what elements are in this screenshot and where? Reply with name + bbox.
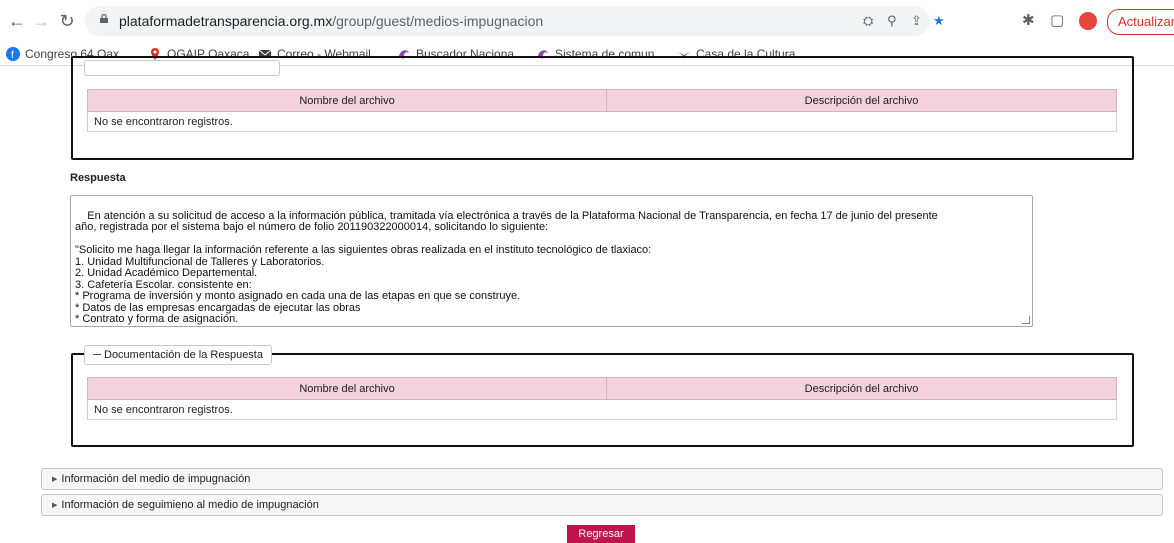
files-table: Nombre del archivo Descripción del archi… <box>87 377 1117 420</box>
column-header-descripcion[interactable]: Descripción del archivo <box>606 89 1117 112</box>
address-bar[interactable]: plataformadetransparencia.org.mx/group/g… <box>85 6 945 36</box>
triangle-right-icon: ▶ <box>52 476 58 483</box>
url-text: plataformadetransparencia.org.mx/group/g… <box>119 13 544 29</box>
page-content: Nombre del archivo Descripción del archi… <box>0 56 1174 543</box>
respuesta-title: Respuesta <box>70 172 126 184</box>
resize-handle[interactable] <box>1022 316 1030 324</box>
respuesta-text: En atención a su solicitud de acceso a l… <box>75 209 938 325</box>
table-row: No se encontraron registros. <box>87 111 1117 132</box>
browser-toolbar: ← → ↻ plataformadetransparencia.org.mx/g… <box>0 0 1174 43</box>
svg-text:f: f <box>11 50 14 61</box>
side-panel-icon[interactable]: ▢ <box>1050 12 1064 30</box>
empty-message: No se encontraron registros. <box>87 399 1117 420</box>
accordion-medio-impugnacion[interactable]: ▶ Información del medio de impugnación <box>41 468 1163 490</box>
fieldset-legend[interactable] <box>84 60 280 76</box>
column-header-nombre[interactable]: Nombre del archivo <box>87 89 607 112</box>
facebook-icon: f <box>6 47 20 61</box>
column-header-nombre[interactable]: Nombre del archivo <box>87 377 607 400</box>
zoom-icon[interactable]: ⚲ <box>887 13 897 29</box>
column-header-descripcion[interactable]: Descripción del archivo <box>606 377 1117 400</box>
respuesta-textarea[interactable]: En atención a su solicitud de acceso a l… <box>70 195 1033 327</box>
files-table: Nombre del archivo Descripción del archi… <box>87 89 1117 132</box>
lock-icon <box>100 14 108 23</box>
regresar-button[interactable]: Regresar <box>567 525 635 543</box>
triangle-right-icon: ▶ <box>52 502 58 509</box>
reload-icon[interactable]: ↻ <box>56 10 78 32</box>
bookmark-star-icon[interactable]: ★ <box>933 13 945 29</box>
empty-message: No se encontraron registros. <box>87 111 1117 132</box>
translate-icon[interactable]: ⛭ <box>863 13 873 29</box>
extensions-icon[interactable]: ✱ <box>1022 12 1035 30</box>
profile-avatar[interactable] <box>1079 12 1097 30</box>
collapse-minus-icon <box>93 354 101 355</box>
fieldset-legend[interactable]: Documentación de la Respuesta <box>84 345 272 365</box>
table-row: No se encontraron registros. <box>87 399 1117 420</box>
forward-arrow-icon[interactable]: → <box>30 10 52 32</box>
accordion-seguimiento[interactable]: ▶ Información de seguimieno al medio de i… <box>41 494 1163 516</box>
back-arrow-icon[interactable]: ← <box>6 10 28 32</box>
share-icon[interactable]: ⇪ <box>911 13 922 29</box>
update-button[interactable]: Actualizar <box>1107 9 1174 35</box>
